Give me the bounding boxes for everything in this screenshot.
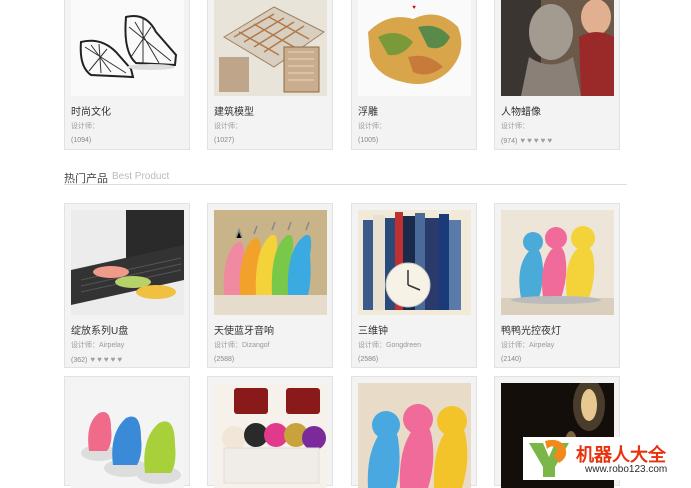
animal-figurines-image: [71, 383, 184, 488]
card-meta: (1027): [214, 137, 234, 144]
product-thumbnail[interactable]: [214, 210, 327, 315]
card-designer: 设计师：Gongdreen: [358, 342, 422, 349]
category-card-relief[interactable]: ♥ 浮雕 设计师： (1005): [351, 0, 477, 150]
card-thumbnail[interactable]: ♥: [358, 0, 471, 96]
card-title[interactable]: 鸭鸭光控夜灯: [501, 322, 561, 337]
product-thumbnail[interactable]: [358, 210, 471, 315]
section-subtitle: Best Product: [112, 171, 170, 182]
category-card-architecture[interactable]: 建筑模型 设计师： (1027): [207, 0, 333, 150]
heart-icon: ♥: [97, 355, 102, 364]
robot-logo-icon: [529, 439, 569, 477]
view-count: (974): [501, 137, 518, 145]
heart-icon: ♥: [110, 355, 116, 364]
card-title[interactable]: 绽放系列U盘: [71, 322, 128, 337]
view-count: (2588): [214, 356, 235, 363]
lattice-shoes-image: [71, 0, 184, 96]
product-card-duck-lamp[interactable]: 鸭鸭光控夜灯 设计师：Airpelay (2140): [494, 203, 620, 368]
product-card-animal-figurines[interactable]: [64, 376, 190, 488]
view-count: (1005): [358, 137, 379, 144]
svg-text:♥: ♥: [412, 5, 416, 11]
card-designer: 设计师：Airpelay: [71, 342, 125, 349]
book-clock-image: [358, 210, 471, 315]
card-meta: (1005): [358, 137, 378, 144]
site-logo[interactable]: 机器人大全 www.robo123.com: [523, 437, 691, 480]
card-thumbnail[interactable]: [214, 0, 327, 96]
cat-figurines-image: [358, 383, 471, 488]
card-title[interactable]: 三维钟: [358, 322, 388, 337]
heart-icon: ♥: [103, 355, 109, 364]
card-designer: 设计师：: [71, 123, 99, 130]
relief-map-image: ♥: [358, 0, 471, 96]
card-title[interactable]: 时尚文化: [71, 103, 111, 118]
duck-lamp-image: [501, 210, 614, 315]
card-designer: 设计师：: [358, 123, 386, 130]
category-card-fashion[interactable]: 时尚文化 设计师： (1094): [64, 0, 190, 150]
product-card-perfume-bottles[interactable]: [207, 376, 333, 488]
card-meta: (2140): [501, 356, 521, 363]
product-card-book-clock[interactable]: 三维钟 设计师：Gongdreen (2586): [351, 203, 477, 368]
card-designer: 设计师：: [501, 123, 529, 130]
category-card-wax-figure[interactable]: 人物蜡像 设计师： (974) ♥ ♥ ♥ ♥ ♥: [494, 0, 620, 150]
product-card-angel-speakers[interactable]: 天使蓝牙音响 设计师：Dizangof (2588): [207, 203, 333, 368]
product-card-usb-flowers[interactable]: 绽放系列U盘 设计师：Airpelay (362) ♥ ♥ ♥ ♥ ♥: [64, 203, 190, 368]
card-designer: 设计师：Airpelay: [501, 342, 555, 349]
heart-icon: ♥: [527, 136, 532, 145]
card-meta: (2586): [358, 356, 378, 363]
view-count: (1094): [71, 137, 92, 144]
card-meta: (974) ♥ ♥ ♥ ♥ ♥: [501, 137, 552, 145]
card-title[interactable]: 浮雕: [358, 103, 378, 118]
usb-flowers-image: [71, 210, 184, 315]
view-count: (362): [71, 356, 88, 364]
logo-url[interactable]: www.robo123.com: [585, 464, 667, 475]
heart-icon: ♥: [117, 355, 123, 364]
rating-hearts: ♥ ♥ ♥ ♥ ♥: [520, 137, 552, 145]
angel-speakers-image: [214, 210, 327, 315]
heart-icon: ♥: [533, 136, 539, 145]
card-designer: 设计师：: [214, 123, 242, 130]
view-count: (1027): [214, 137, 235, 144]
view-count: (2140): [501, 356, 522, 363]
product-thumbnail[interactable]: [214, 383, 327, 488]
product-thumbnail[interactable]: [71, 210, 184, 315]
heart-icon: ♥: [547, 136, 553, 145]
section-divider: [64, 184, 627, 185]
perfume-bottles-image: [214, 383, 327, 488]
wax-figure-image: [501, 0, 614, 96]
product-card-cat-figurines[interactable]: [351, 376, 477, 488]
product-thumbnail[interactable]: [358, 383, 471, 488]
rating-hearts: ♥ ♥ ♥ ♥ ♥: [90, 356, 122, 364]
product-thumbnail[interactable]: [501, 210, 614, 315]
heart-icon: ♥: [90, 355, 96, 364]
card-designer: 设计师：Dizangof: [214, 342, 270, 349]
card-title[interactable]: 人物蜡像: [501, 103, 541, 118]
product-thumbnail[interactable]: [71, 383, 184, 488]
architecture-model-image: [214, 0, 327, 96]
card-meta: (2588): [214, 356, 234, 363]
card-title[interactable]: 天使蓝牙音响: [214, 322, 274, 337]
card-meta: (362) ♥ ♥ ♥ ♥ ♥: [71, 356, 122, 364]
heart-icon: ♥: [540, 136, 546, 145]
card-meta: (1094): [71, 137, 91, 144]
card-thumbnail[interactable]: [71, 0, 184, 96]
card-title[interactable]: 建筑模型: [214, 103, 254, 118]
card-thumbnail[interactable]: [501, 0, 614, 96]
heart-icon: ♥: [520, 136, 526, 145]
view-count: (2586): [358, 356, 379, 363]
